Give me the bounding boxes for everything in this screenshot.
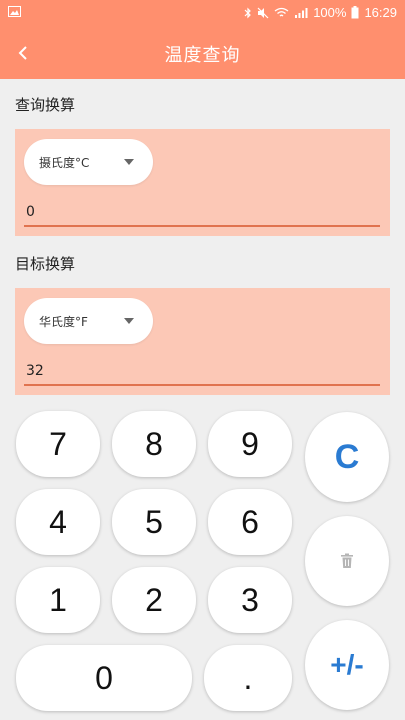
target-panel: 华氏度°F bbox=[15, 288, 390, 395]
dropdown-caret-icon bbox=[124, 159, 134, 165]
battery-icon bbox=[351, 6, 359, 19]
dropdown-caret-icon bbox=[124, 318, 134, 324]
page-title: 温度查询 bbox=[164, 45, 241, 66]
battery-percent: 100% bbox=[313, 5, 347, 20]
signal-icon bbox=[295, 7, 308, 18]
key-3[interactable]: 3 bbox=[208, 567, 292, 633]
app-bar: 温度查询 bbox=[0, 26, 405, 79]
key-0[interactable]: 0 bbox=[16, 645, 192, 711]
query-panel: 摄氏度°C bbox=[15, 129, 390, 236]
query-value-input[interactable] bbox=[24, 195, 380, 227]
key-8[interactable]: 8 bbox=[112, 411, 196, 477]
key-5[interactable]: 5 bbox=[112, 489, 196, 555]
key-2[interactable]: 2 bbox=[112, 567, 196, 633]
sign-toggle-button[interactable]: +/- bbox=[305, 620, 389, 710]
trash-icon bbox=[341, 553, 353, 568]
query-unit-dropdown[interactable]: 摄氏度°C bbox=[24, 139, 153, 185]
target-section-label: 目标换算 bbox=[15, 255, 76, 273]
status-time: 16:29 bbox=[364, 5, 397, 20]
bluetooth-icon bbox=[244, 7, 252, 18]
gallery-icon bbox=[8, 6, 21, 17]
target-unit-label: 华氏度°F bbox=[39, 315, 88, 329]
target-value-input[interactable] bbox=[24, 354, 380, 386]
key-4[interactable]: 4 bbox=[16, 489, 100, 555]
query-section-label: 查询换算 bbox=[15, 96, 76, 114]
query-unit-label: 摄氏度°C bbox=[39, 156, 90, 170]
status-bar: 100% 16:29 bbox=[0, 0, 405, 26]
mute-icon bbox=[257, 7, 269, 18]
key-7[interactable]: 7 bbox=[16, 411, 100, 477]
clear-button[interactable]: C bbox=[305, 412, 389, 502]
wifi-icon bbox=[274, 7, 289, 16]
key-1[interactable]: 1 bbox=[16, 567, 100, 633]
delete-button[interactable] bbox=[305, 516, 389, 606]
key-9[interactable]: 9 bbox=[208, 411, 292, 477]
target-unit-dropdown[interactable]: 华氏度°F bbox=[24, 298, 153, 344]
key-decimal[interactable]: . bbox=[204, 645, 292, 711]
key-6[interactable]: 6 bbox=[208, 489, 292, 555]
